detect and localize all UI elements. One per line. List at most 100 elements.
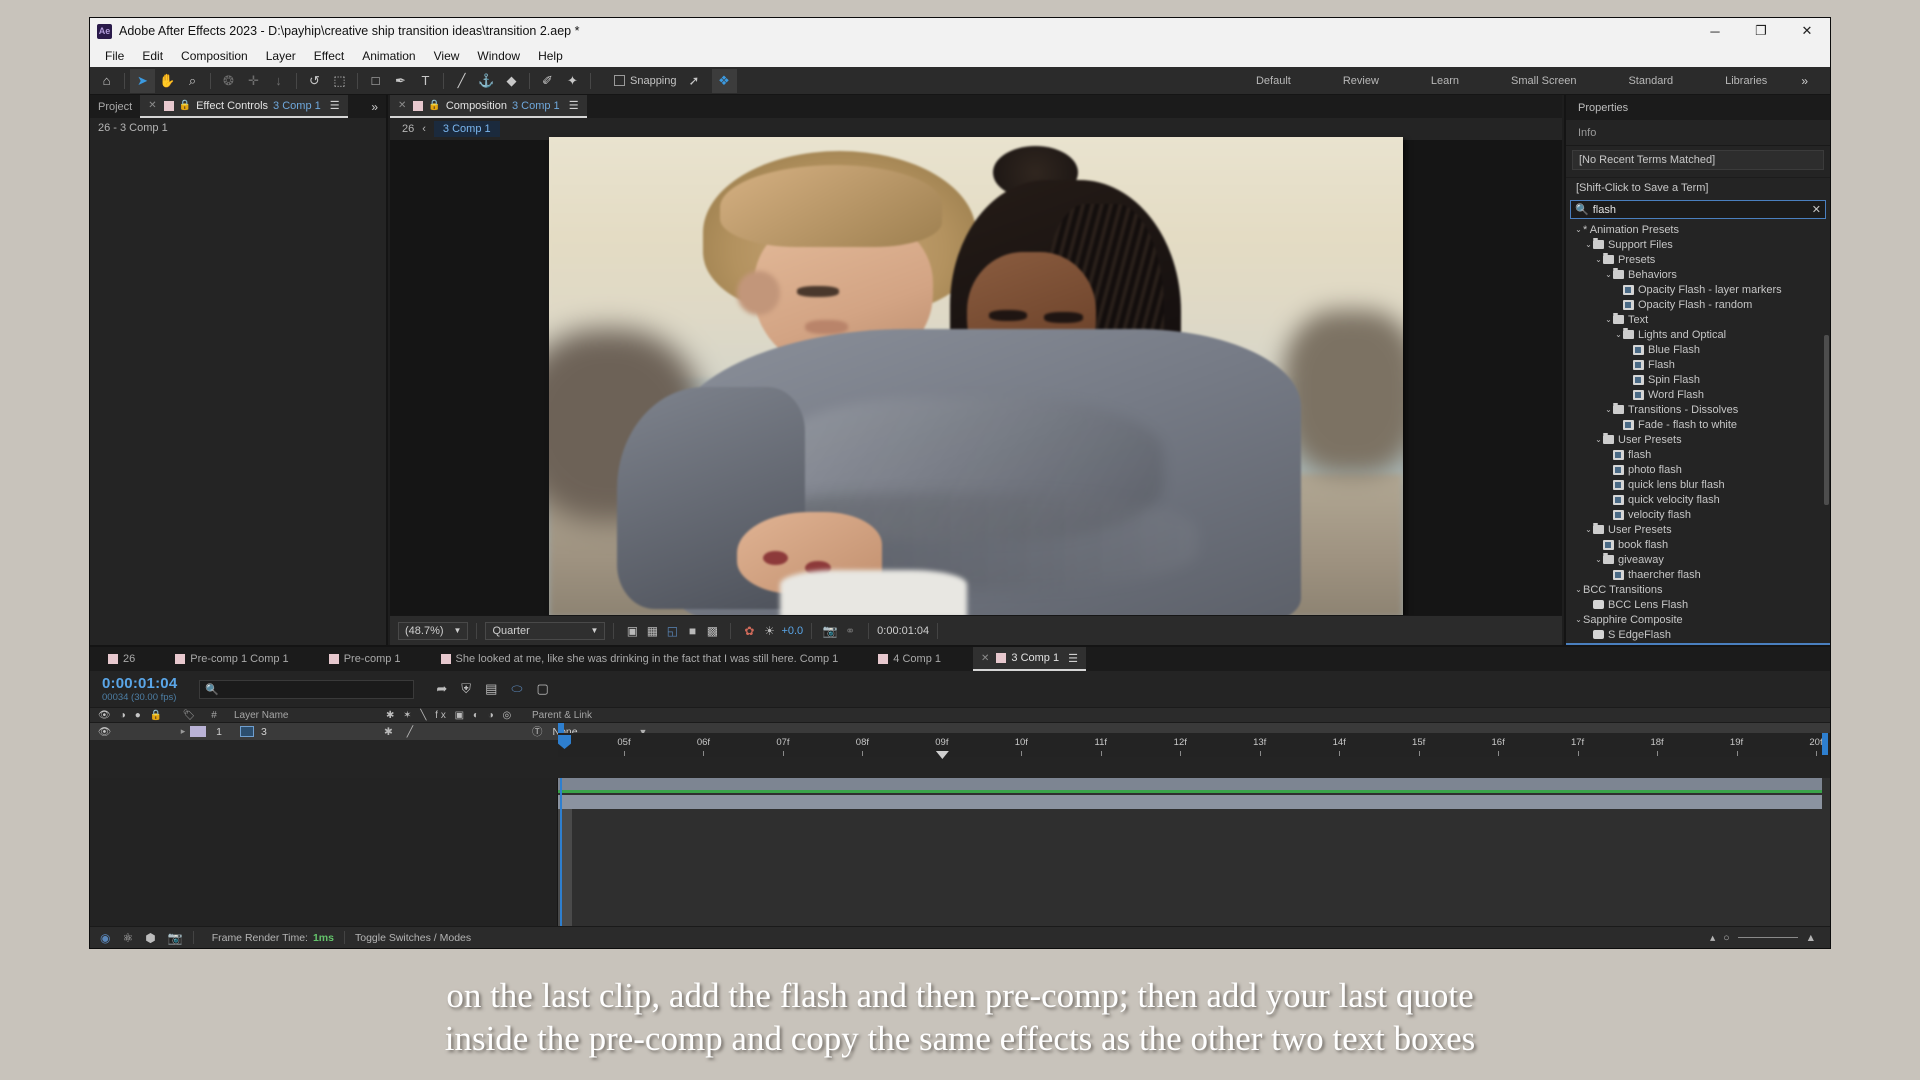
preset-tree-item[interactable]: Opacity Flash - random: [1566, 297, 1830, 312]
dolly-tool-icon[interactable]: ↓: [266, 69, 291, 93]
search-input[interactable]: [1592, 203, 1808, 216]
zoom-slider-handle[interactable]: ○: [1723, 932, 1729, 944]
timeline-search-input[interactable]: [223, 683, 409, 695]
show-snapshot-icon[interactable]: ⚭: [840, 622, 860, 640]
close-icon[interactable]: ✕: [148, 100, 156, 111]
preset-tree-item[interactable]: ⌄ * Animation Presets: [1566, 222, 1830, 237]
preset-tree-item[interactable]: photo flash: [1566, 462, 1830, 477]
timeline-tab[interactable]: She looked at me, like she was drinking …: [433, 647, 847, 671]
preset-tree-item[interactable]: BCC Lens Flash: [1566, 597, 1830, 612]
preset-tree-item[interactable]: ⌄ Text: [1566, 312, 1830, 327]
layer-switches[interactable]: ✱╱: [384, 726, 504, 738]
toggle-transparency-grid-icon[interactable]: ▦: [642, 622, 662, 640]
close-icon[interactable]: ✕: [398, 100, 406, 111]
zoom-slider-track[interactable]: [1737, 937, 1798, 938]
zoom-tool-icon[interactable]: ⌕: [180, 69, 205, 93]
chevron-down-icon[interactable]: ⌄: [1574, 585, 1583, 594]
roto-brush2-icon[interactable]: ✐: [535, 69, 560, 93]
preset-tree-item[interactable]: velocity flash: [1566, 507, 1830, 522]
tabs-overflow-icon[interactable]: »: [371, 100, 378, 114]
menu-item-composition[interactable]: Composition: [172, 47, 257, 65]
preset-tree-item[interactable]: ⌄ User Presets: [1566, 432, 1830, 447]
presets-scrollbar[interactable]: [1824, 335, 1829, 505]
workspace-libraries[interactable]: Libraries: [1699, 75, 1793, 87]
preset-tree-item[interactable]: Flash: [1566, 357, 1830, 372]
chevron-down-icon[interactable]: ⌄: [1574, 225, 1583, 234]
chevron-down-icon[interactable]: ⌄: [1594, 435, 1603, 444]
close-icon[interactable]: ✕: [981, 653, 989, 664]
timeline-ruler[interactable]: 05f 06f 07f 08f 09f 10f 11f 12f 13f 14f 15f 16f 17f 1…: [558, 723, 1830, 759]
zoom-slider[interactable]: ▴ ○ ▲: [1710, 932, 1816, 944]
menu-item-edit[interactable]: Edit: [133, 47, 172, 65]
timeline-tab[interactable]: 4 Comp 1: [870, 647, 949, 671]
preset-tree-item[interactable]: thaercher flash: [1566, 567, 1830, 582]
workspace-standard[interactable]: Standard: [1602, 75, 1699, 87]
clone-stamp-icon[interactable]: ⚓: [474, 69, 499, 93]
toggle-mask-visibility-icon[interactable]: ▣: [622, 622, 642, 640]
toggle-guides-icon[interactable]: ▩: [702, 622, 722, 640]
timeline-tab[interactable]: Pre-comp 1: [321, 647, 409, 671]
layer-color-swatch[interactable]: [190, 726, 206, 737]
workspace-overflow-icon[interactable]: »: [1793, 74, 1816, 88]
chevron-down-icon[interactable]: ⌄: [1604, 315, 1613, 324]
type-tool-icon[interactable]: T: [413, 69, 438, 93]
clear-search-icon[interactable]: ✕: [1812, 203, 1821, 216]
menu-item-effect[interactable]: Effect: [305, 47, 353, 65]
preset-tree-item[interactable]: ⌄ Lights and Optical: [1566, 327, 1830, 342]
shape-tool-icon[interactable]: □: [363, 69, 388, 93]
timeline-tab[interactable]: ✕ 3 Comp 1 ☰: [973, 647, 1086, 671]
chevron-down-icon[interactable]: ⌄: [1584, 525, 1593, 534]
snapping-control[interactable]: Snapping ➚ ❖: [614, 68, 737, 93]
panel-menu-icon[interactable]: ☰: [1068, 652, 1078, 665]
chevron-down-icon[interactable]: ⌄: [1604, 405, 1613, 414]
expand-layer-icon[interactable]: ▸: [176, 726, 190, 737]
preset-tree-item[interactable]: ⌄ Support Files: [1566, 237, 1830, 252]
presets-search-row[interactable]: 🔍 ✕: [1570, 200, 1826, 219]
motion-blur-icon[interactable]: ▢: [536, 681, 548, 697]
menu-item-window[interactable]: Window: [468, 47, 529, 65]
chevron-down-icon[interactable]: ⌄: [1614, 330, 1623, 339]
selection-tool-icon[interactable]: ➤: [130, 68, 155, 93]
motion-blur-toggle-icon[interactable]: ⬢: [145, 931, 155, 945]
workspace-learn[interactable]: Learn: [1405, 75, 1485, 87]
composition-viewer[interactable]: [390, 136, 1562, 619]
resolution-select[interactable]: Quarter ▼: [485, 621, 606, 640]
preset-tree-item[interactable]: S EdgeFlash: [1566, 627, 1830, 642]
work-area-end-marker[interactable]: [1822, 733, 1828, 755]
orbit-tool-icon[interactable]: ❂: [216, 69, 241, 93]
chevron-down-icon[interactable]: ⌄: [1574, 615, 1583, 624]
animation-presets-tree[interactable]: ⌄ * Animation Presets ⌄ Support Files ⌄ Prese…: [1566, 222, 1830, 642]
brush-tool-icon[interactable]: ╱: [449, 69, 474, 93]
preset-tree-item[interactable]: ⌄ Sapphire Composite: [1566, 612, 1830, 627]
timeline-search-box[interactable]: 🔍: [199, 679, 415, 699]
tab-composition[interactable]: ✕ 🔒 Composition 3 Comp 1 ☰: [390, 95, 587, 118]
tab-project[interactable]: Project: [90, 95, 140, 118]
breadcrumb-current[interactable]: 3 Comp 1: [433, 121, 500, 137]
current-timecode[interactable]: 0:00:01:04: [102, 675, 177, 692]
preset-tree-item[interactable]: Blue Flash: [1566, 342, 1830, 357]
workspace-small-screen[interactable]: Small Screen: [1485, 75, 1602, 87]
hand-tool-icon[interactable]: ✋: [155, 69, 180, 93]
maximize-button[interactable]: ❐: [1738, 18, 1784, 44]
preset-tree-item[interactable]: ⌄ Behaviors: [1566, 267, 1830, 282]
panel-menu-icon[interactable]: ☰: [330, 99, 340, 112]
preset-tree-item[interactable]: quick lens blur flash: [1566, 477, 1830, 492]
chevron-down-icon[interactable]: ⌄: [1594, 555, 1603, 564]
rotation-tool-icon[interactable]: ↺: [302, 69, 327, 93]
shift-click-save-term[interactable]: [Shift-Click to Save a Term]: [1566, 177, 1830, 197]
align-icon[interactable]: ❖: [711, 68, 737, 93]
menu-item-layer[interactable]: Layer: [257, 47, 305, 65]
layer-visibility-icon[interactable]: 👁: [90, 725, 176, 738]
toggle-3d-view-icon[interactable]: ◱: [662, 622, 682, 640]
preset-tree-item[interactable]: ⌄ Transitions - Dissolves: [1566, 402, 1830, 417]
channel-selector-icon[interactable]: ✿: [739, 622, 759, 640]
panel-menu-icon[interactable]: ☰: [569, 99, 579, 112]
menu-item-view[interactable]: View: [425, 47, 469, 65]
preset-tree-item[interactable]: ⌄ Presets: [1566, 252, 1830, 267]
lock-icon[interactable]: 🔒: [428, 100, 440, 111]
timeline-tab[interactable]: 26: [100, 647, 143, 671]
hide-shy-layers-icon[interactable]: ▤: [485, 681, 497, 697]
current-time-display[interactable]: 0:00:01:04 00034 (30.00 fps): [102, 675, 177, 703]
pan-tool-icon[interactable]: ✛: [241, 69, 266, 93]
region-of-interest-icon[interactable]: ■: [682, 622, 702, 640]
